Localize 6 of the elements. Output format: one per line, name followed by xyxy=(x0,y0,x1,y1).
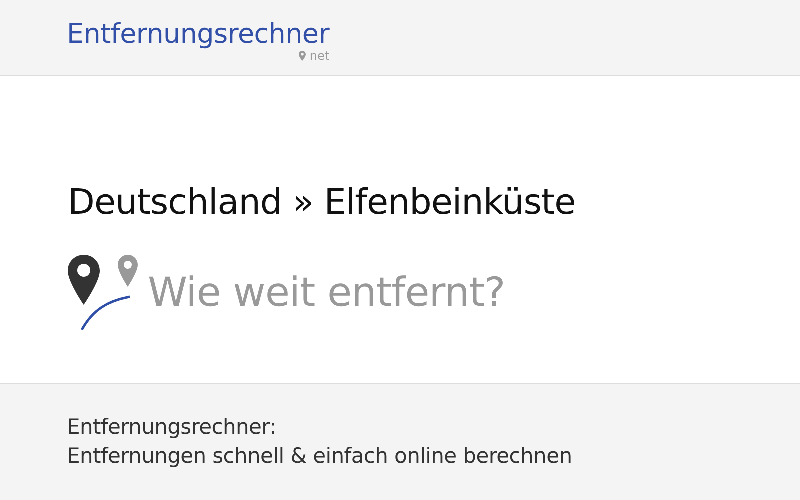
footer-text: Entfernungsrechner: xyxy=(67,414,278,441)
footer-text: Entfernungen schnell & einfach online berechnen xyxy=(67,443,574,470)
subtitle: Wie weit entfernt? xyxy=(148,269,506,318)
page-heading: Deutschland » Elfenbeinküste xyxy=(68,182,577,225)
logo-suffix: net xyxy=(310,49,330,63)
logo[interactable]: Entfernungsrechner xyxy=(67,20,330,50)
